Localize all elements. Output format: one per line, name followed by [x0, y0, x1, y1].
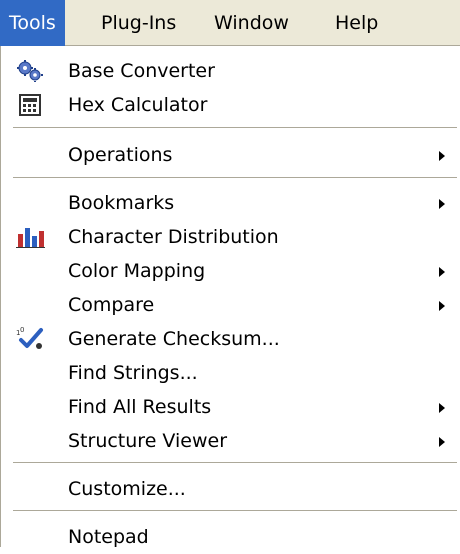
menu-item-structure-viewer[interactable]: Structure Viewer [1, 424, 459, 458]
submenu-arrow-icon [439, 199, 445, 209]
menu-item-compare[interactable]: Compare [1, 288, 459, 322]
menu-plug-ins[interactable]: Plug-Ins [92, 0, 185, 46]
submenu-arrow-icon [439, 301, 445, 311]
svg-text:0: 0 [20, 327, 24, 334]
menu-item-label: Character Distribution [68, 226, 279, 248]
submenu-arrow-icon [439, 267, 445, 277]
submenu-arrow-icon [439, 151, 445, 161]
menu-item-color-mapping[interactable]: Color Mapping [1, 254, 459, 288]
menu-item-label: Base Converter [68, 60, 215, 82]
menu-item-label: Find All Results [68, 396, 212, 418]
menu-tools[interactable]: Tools [0, 0, 65, 46]
menu-item-generate-checksum[interactable]: 1 0 Generate Checksum... [1, 322, 459, 356]
menu-item-bookmarks[interactable]: Bookmarks [1, 186, 459, 220]
gears-icon [15, 59, 45, 83]
submenu-arrow-icon [439, 437, 445, 447]
menu-window[interactable]: Window [205, 0, 298, 46]
menu-item-customize[interactable]: Customize... [1, 472, 459, 506]
menu-separator [13, 127, 457, 129]
menu-item-character-distribution[interactable]: Character Distribution [1, 220, 459, 254]
menu-item-label: Notepad [68, 526, 149, 548]
menu-item-label: Find Strings... [68, 362, 198, 384]
menu-item-label: Bookmarks [68, 192, 175, 214]
menu-help[interactable]: Help [326, 0, 387, 46]
menu-item-find-strings[interactable]: Find Strings... [1, 356, 459, 390]
menu-item-label: Customize... [68, 478, 186, 500]
tools-dropdown-menu: Base Converter Hex Calculator Operations [0, 46, 460, 548]
checksum-icon: 1 0 [15, 327, 45, 351]
submenu-arrow-icon [439, 403, 445, 413]
menu-item-base-converter[interactable]: Base Converter [1, 54, 459, 88]
menu-separator [13, 462, 457, 464]
menu-separator [13, 510, 457, 512]
bar-chart-icon [15, 225, 45, 249]
menu-item-label: Compare [68, 294, 155, 316]
menu-item-label: Color Mapping [68, 260, 206, 282]
menu-item-label: Generate Checksum... [68, 328, 280, 350]
menu-bar: Tools Plug-Ins Window Help [0, 0, 460, 46]
menu-item-label: Hex Calculator [68, 94, 208, 116]
menu-item-find-all-results[interactable]: Find All Results [1, 390, 459, 424]
menu-item-label: Structure Viewer [68, 430, 228, 452]
menu-item-notepad[interactable]: Notepad [1, 520, 459, 554]
menu-item-hex-calculator[interactable]: Hex Calculator [1, 88, 459, 122]
menu-item-operations[interactable]: Operations [1, 138, 459, 172]
menu-item-label: Operations [68, 144, 173, 166]
menu-separator [13, 177, 457, 179]
calculator-icon [15, 93, 45, 117]
